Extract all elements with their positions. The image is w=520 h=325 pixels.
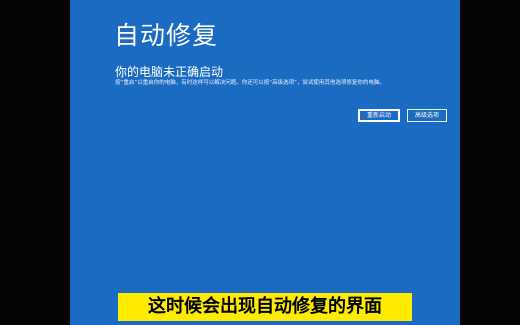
subtitle: 你的电脑未正确启动 — [115, 65, 224, 79]
page-title: 自动修复 — [114, 21, 219, 50]
advanced-options-button[interactable]: 高级选项 — [407, 109, 447, 122]
letterbox-right — [460, 0, 520, 325]
letterbox-left — [0, 0, 70, 325]
description-text: 按“重启”以重启你的电脑，有时这样可以解决问题。你还可以按“高级选项”，尝试使用… — [115, 80, 385, 86]
automatic-repair-screen: 自动修复 你的电脑未正确启动 按“重启”以重启你的电脑，有时这样可以解决问题。你… — [70, 0, 460, 325]
screen: 自动修复 你的电脑未正确启动 按“重启”以重启你的电脑，有时这样可以解决问题。你… — [0, 0, 520, 325]
video-caption: 这时候会出现自动修复的界面 — [118, 293, 412, 321]
restart-button[interactable]: 重新启动 — [358, 109, 400, 122]
